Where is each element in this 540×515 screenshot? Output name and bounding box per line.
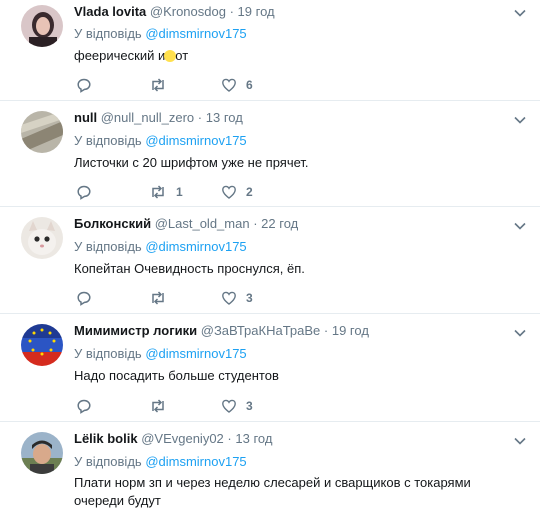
separator: · [229,4,234,19]
reply-button[interactable] [76,183,92,201]
retweet-button[interactable] [149,397,176,415]
reply-button[interactable] [76,76,92,94]
like-count: 3 [246,399,253,413]
tweet[interactable]: null @null_null_zero · 13 год У відповід… [0,101,540,207]
reply-prefix: У відповідь [74,346,142,361]
author-handle[interactable]: @ЗаВТраКНаТраВе [201,323,321,338]
like-button[interactable]: 2 [221,183,253,201]
author-name[interactable]: Lëlik bolik [74,431,138,446]
author-name[interactable]: null [74,110,97,125]
reply-context: У відповідь @dimsmirnov175 [74,25,247,42]
heart-icon [222,78,236,92]
reply-feed: Vlada lovita @Kronosdog · 19 год У відпо… [0,0,540,515]
avatar[interactable] [21,324,63,366]
author-name[interactable]: Мимимистр логики [74,323,197,338]
like-button[interactable]: 6 [221,76,253,94]
retweet-button[interactable]: 1 [149,183,183,201]
heart-icon [222,185,236,199]
heart-icon [222,291,236,305]
tweet-text: Копейтан Очевидность проснулся, ёп. [74,261,305,276]
tweet[interactable]: Lëlik bolik @VEvgeniy02 · 13 год У відпо… [0,422,540,515]
tweet-text-part: от [175,48,189,63]
retweet-button[interactable] [149,76,176,94]
retweet-button[interactable] [149,289,176,307]
chevron-down-icon[interactable] [513,328,527,338]
reply-context: У відповідь @dimsmirnov175 [74,132,247,149]
avatar[interactable] [21,5,63,47]
tweet-text: феерический и от [74,47,188,64]
tweet[interactable]: Vlada lovita @Kronosdog · 19 год У відпо… [0,0,540,101]
reply-button[interactable] [76,289,92,307]
retweet-count: 1 [176,185,183,199]
tweet-actions: 1 2 [74,183,274,201]
reply-context: У відповідь @dimsmirnov175 [74,238,247,255]
like-button[interactable]: 3 [221,397,253,415]
reply-icon [77,291,91,306]
separator: · [227,431,232,446]
like-button[interactable]: 3 [221,289,253,307]
reply-icon [77,78,91,93]
tweet-text-part: феерический и [74,48,166,63]
like-count: 3 [246,291,253,305]
timestamp[interactable]: 13 год [235,431,272,446]
reply-button[interactable] [76,397,92,415]
like-count: 2 [246,185,253,199]
chevron-down-icon[interactable] [513,221,527,231]
tweet-text: Плати норм зп и через неделю слесарей и … [74,475,471,508]
tweet[interactable]: Мимимистр логики @ЗаВТраКНаТраВе · 19 го… [0,314,540,422]
reply-prefix: У відповідь [74,26,142,41]
retweet-icon [152,185,164,199]
tweet-text: Листочки с 20 шрифтом уже не прячет. [74,155,309,170]
author-handle[interactable]: @VEvgeniy02 [141,431,224,446]
timestamp[interactable]: 19 год [238,4,275,19]
chevron-down-icon[interactable] [513,115,527,125]
tweet-text: Надо посадить больше студентов [74,368,279,383]
tweet[interactable]: Болконский @Last_old_man · 22 год У відп… [0,207,540,314]
retweet-icon [152,399,164,413]
reply-prefix: У відповідь [74,454,142,469]
avatar[interactable] [21,217,63,259]
separator: · [197,110,203,125]
avatar[interactable] [21,111,63,153]
reply-mention-link[interactable]: @dimsmirnov175 [145,346,246,361]
timestamp[interactable]: 22 год [261,216,298,231]
tweet-actions: 3 [74,289,274,307]
tweet-actions: 3 [74,397,274,415]
reply-mention-link[interactable]: @dimsmirnov175 [145,133,246,148]
reply-mention-link[interactable]: @dimsmirnov175 [145,454,246,469]
heart-icon [222,399,236,413]
reply-mention-link[interactable]: @dimsmirnov175 [145,26,246,41]
chevron-down-icon[interactable] [513,8,527,18]
reply-icon [77,399,91,414]
reply-mention-link[interactable]: @dimsmirnov175 [145,239,246,254]
retweet-icon [152,291,164,305]
retweet-icon [152,78,164,92]
reply-icon [77,185,91,200]
author-name[interactable]: Vlada lovita [74,4,146,19]
author-handle[interactable]: @Kronosdog [150,4,226,19]
author-name[interactable]: Болконский [74,216,151,231]
reply-prefix: У відповідь [74,133,142,148]
like-count: 6 [246,78,253,92]
timestamp[interactable]: 13 год [206,110,243,125]
timestamp[interactable]: 19 год [332,323,369,338]
reply-context: У відповідь @dimsmirnov175 [74,345,247,362]
author-handle[interactable]: @null_null_zero [101,110,194,125]
avatar[interactable] [21,432,63,474]
tweet-actions: 6 [74,76,274,94]
separator: · [253,216,258,231]
reply-prefix: У відповідь [74,239,142,254]
author-handle[interactable]: @Last_old_man [155,216,250,231]
reply-context: У відповідь @dimsmirnov175 [74,453,247,470]
separator: · [323,323,329,338]
chevron-down-icon[interactable] [513,436,527,446]
